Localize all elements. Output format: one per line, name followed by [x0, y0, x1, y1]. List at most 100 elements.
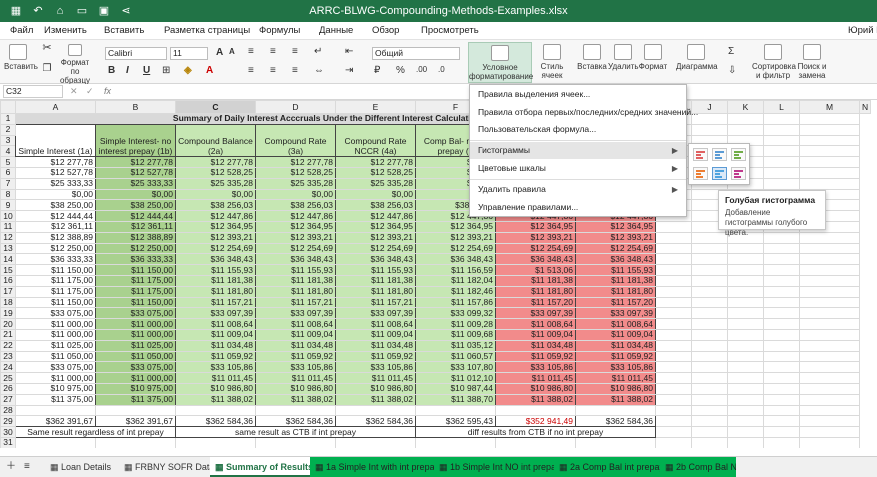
data-cell[interactable]: $10 986,80 [175, 382, 256, 395]
data-cell[interactable]: $11 150,00 [95, 296, 176, 309]
cell[interactable] [763, 264, 800, 276]
cell[interactable] [799, 134, 860, 147]
data-cell[interactable]: $38 256,03 [255, 199, 336, 212]
data-cell[interactable]: $11 050,00 [15, 350, 96, 363]
cell[interactable] [799, 296, 860, 309]
data-cell[interactable]: $36 333,33 [95, 253, 176, 266]
data-cell[interactable]: $10 986,80 [495, 382, 576, 395]
data-cell[interactable]: $12 364,95 [575, 220, 656, 233]
cell[interactable] [727, 415, 764, 428]
menu-review[interactable]: Обзор [372, 25, 399, 36]
cell[interactable] [799, 328, 860, 341]
data-cell[interactable]: $33 075,00 [95, 307, 176, 320]
data-cell[interactable]: $11 008,64 [175, 318, 256, 330]
tab-2b[interactable]: ▦ 2b Comp Bal NO int [660, 457, 736, 477]
cell[interactable] [799, 393, 860, 406]
cell[interactable] [495, 404, 576, 417]
data-cell[interactable]: $11 000,00 [15, 328, 96, 341]
data-cell[interactable]: $11 375,00 [15, 393, 96, 406]
cell[interactable] [799, 436, 860, 448]
data-cell[interactable]: $11 009,28 [415, 318, 496, 330]
cut-icon[interactable]: ✂ [40, 43, 54, 54]
cell[interactable] [691, 264, 728, 276]
cell[interactable] [175, 404, 256, 417]
cell[interactable] [575, 404, 656, 417]
cell[interactable] [691, 328, 728, 341]
cancel-icon[interactable]: ✕ [70, 86, 78, 97]
data-cell[interactable]: $25 335,28 [255, 177, 336, 190]
color-scales-item[interactable]: Цветовые шкалы ▶ [470, 160, 686, 177]
data-cell[interactable]: $33 099,32 [415, 307, 496, 320]
find-replace-button[interactable]: Поиск и замена [796, 44, 828, 80]
data-cell[interactable]: $11 011,45 [495, 372, 576, 384]
cell[interactable] [335, 404, 416, 417]
row-header[interactable]: 7 [0, 177, 16, 190]
data-cell[interactable]: $11 009,04 [175, 328, 256, 341]
row-header[interactable]: 5 [0, 156, 16, 168]
data-cell[interactable]: $11 150,00 [95, 264, 176, 276]
select-all-corner[interactable] [0, 100, 16, 114]
cell[interactable] [727, 404, 764, 417]
data-cell[interactable]: $11 059,92 [335, 350, 416, 363]
data-cell[interactable]: $33 097,39 [255, 307, 336, 320]
data-cell[interactable]: $11 181,80 [575, 285, 656, 298]
column-title[interactable]: Compound Balance (2a) [175, 123, 256, 158]
data-cell[interactable]: $11 375,00 [95, 393, 176, 406]
row-header[interactable]: 24 [0, 361, 16, 374]
increase-decimal-icon[interactable]: .00 [416, 65, 427, 74]
cell[interactable] [799, 145, 860, 158]
cell[interactable] [655, 274, 692, 287]
row-header[interactable]: 15 [0, 264, 16, 276]
cell[interactable] [175, 436, 256, 448]
cell[interactable] [691, 318, 728, 330]
data-cell[interactable]: $12 364,95 [335, 220, 416, 233]
data-cell[interactable]: $11 011,45 [175, 372, 256, 384]
paste-button[interactable]: Вставить [4, 44, 38, 71]
chart-button[interactable]: Диаграмма [676, 44, 718, 71]
row-header[interactable]: 23 [0, 350, 16, 363]
cell[interactable] [727, 285, 764, 298]
data-cell[interactable]: $11 000,00 [15, 372, 96, 384]
cell[interactable] [763, 253, 800, 266]
row-header[interactable]: 29 [0, 415, 16, 428]
cell[interactable] [655, 426, 692, 438]
cell[interactable] [655, 382, 692, 395]
copy-icon[interactable]: ❐ [40, 64, 54, 74]
total-cell[interactable]: $362 584,36 [175, 415, 256, 428]
purple-databar-icon[interactable] [731, 167, 746, 180]
cell[interactable] [655, 350, 692, 363]
cell[interactable] [799, 404, 860, 417]
cell[interactable] [655, 242, 692, 255]
data-cell[interactable]: $10 986,80 [255, 382, 336, 395]
data-bars-item[interactable]: Гистограммы ▶ [470, 142, 686, 159]
total-cell[interactable]: $362 584,36 [575, 415, 656, 428]
data-cell[interactable]: $33 075,00 [15, 361, 96, 374]
total-cell[interactable]: $352 941,49 [495, 415, 576, 428]
wrap-text-icon[interactable]: ↵ [314, 46, 322, 57]
cell[interactable] [727, 123, 764, 136]
row-header[interactable]: 22 [0, 339, 16, 352]
data-cell[interactable]: $11 181,38 [175, 274, 256, 287]
cell[interactable] [691, 361, 728, 374]
cell[interactable] [95, 436, 176, 448]
custom-formula-item[interactable]: Пользовательская формула... [470, 121, 686, 138]
cell[interactable] [727, 242, 764, 255]
column-title[interactable]: Compound Rate (3a) [255, 123, 336, 158]
cell[interactable] [763, 404, 800, 417]
column-title[interactable]: Simple Interest- no interest prepay (1b) [95, 123, 176, 158]
data-cell[interactable]: $11 000,00 [15, 318, 96, 330]
cell[interactable] [799, 242, 860, 255]
cell[interactable] [763, 426, 800, 438]
menu-file[interactable]: Файл [10, 25, 33, 36]
cell[interactable] [415, 404, 496, 417]
cell[interactable] [763, 177, 800, 190]
cell[interactable] [655, 285, 692, 298]
format-painter-button[interactable]: Формат по образцу [56, 44, 94, 85]
menu-edit[interactable]: Изменить [44, 25, 87, 36]
data-cell[interactable]: $12 447,86 [175, 210, 256, 222]
data-cell[interactable]: $25 333,33 [95, 177, 176, 190]
data-cell[interactable]: $36 348,43 [415, 253, 496, 266]
row-header[interactable]: 14 [0, 253, 16, 266]
data-cell[interactable]: $33 105,86 [335, 361, 416, 374]
data-cell[interactable]: $11 059,92 [575, 350, 656, 363]
